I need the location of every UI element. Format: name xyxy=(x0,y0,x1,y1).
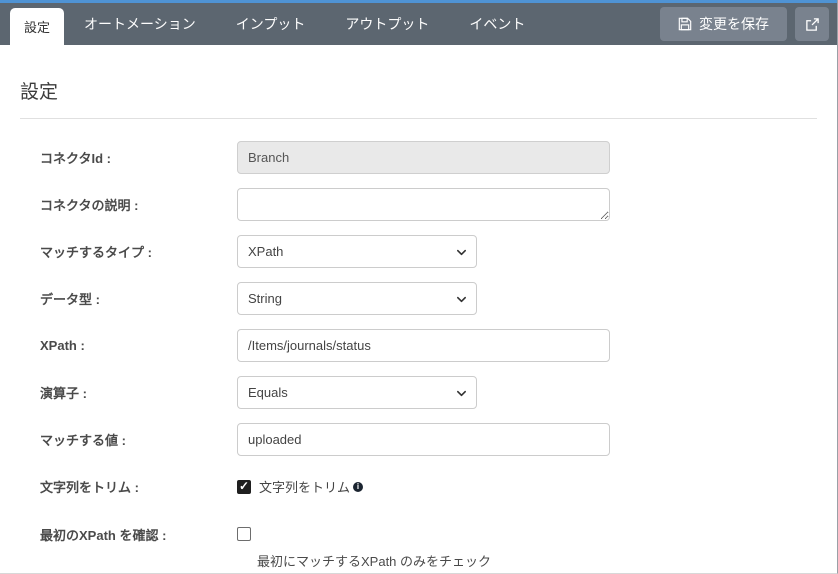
match-value-field[interactable] xyxy=(237,423,610,456)
check-first-xpath-label: 最初のXPath を確認 : xyxy=(40,528,167,543)
connector-id-field xyxy=(237,141,610,174)
toolbar-actions: 変更を保存 xyxy=(660,3,837,45)
external-link-icon xyxy=(805,17,820,32)
title-divider xyxy=(20,118,817,119)
data-type-select[interactable]: String xyxy=(237,282,477,315)
check-first-xpath-group: 最初にマッチするXPath のみをチェック xyxy=(237,517,491,570)
match-value-label: マッチする値 : xyxy=(40,433,126,448)
trim-string-label: 文字列をトリム : xyxy=(40,480,139,495)
operator-select[interactable]: Equals xyxy=(237,376,477,409)
field-row-xpath: XPath : xyxy=(20,329,817,362)
connector-description-field[interactable] xyxy=(237,188,610,221)
tab-input[interactable]: インプット xyxy=(216,3,326,45)
info-icon[interactable]: i xyxy=(353,481,364,492)
open-external-button[interactable] xyxy=(795,7,829,41)
data-type-label: データ型 : xyxy=(40,292,100,307)
trim-string-checkbox-label: 文字列をトリム xyxy=(259,480,351,495)
save-button-label: 変更を保存 xyxy=(699,16,769,32)
match-type-label: マッチするタイプ : xyxy=(40,245,152,260)
trim-string-checkbox[interactable] xyxy=(237,479,251,494)
operator-label: 演算子 : xyxy=(40,386,87,401)
page-title: 設定 xyxy=(20,82,59,103)
match-type-select[interactable]: XPath xyxy=(237,235,477,268)
field-row-connector-description: コネクタの説明 : xyxy=(20,188,817,221)
field-row-connector-id: コネクタId : xyxy=(20,141,817,174)
xpath-label: XPath : xyxy=(40,338,85,353)
settings-content: 設定 コネクタId : コネクタの説明 : マッチするタイプ : XPath xyxy=(0,77,837,570)
match-type-select-wrap: XPath xyxy=(237,235,477,268)
tab-automation[interactable]: オートメーション xyxy=(64,3,216,45)
tab-output[interactable]: アウトプット xyxy=(325,3,449,45)
connector-description-label: コネクタの説明 : xyxy=(40,198,139,213)
connector-id-label: コネクタId : xyxy=(40,151,111,166)
connector-settings-page: 設定 オートメーション インプット アウトプット イベント 変更を保存 設定 コ… xyxy=(0,0,838,574)
operator-select-wrap: Equals xyxy=(237,376,477,409)
check-first-xpath-helper-text: 最初にマッチするXPath のみをチェック xyxy=(257,554,492,569)
xpath-field[interactable] xyxy=(237,329,610,362)
field-row-match-type: マッチするタイプ : XPath xyxy=(20,235,817,268)
save-changes-button[interactable]: 変更を保存 xyxy=(660,7,787,41)
connector-settings-form: コネクタId : コネクタの説明 : マッチするタイプ : XPath xyxy=(20,141,817,570)
tab-settings[interactable]: 設定 xyxy=(10,8,65,45)
field-row-match-value: マッチする値 : xyxy=(20,423,817,456)
data-type-select-wrap: String xyxy=(237,282,477,315)
field-row-data-type: データ型 : String xyxy=(20,282,817,315)
field-row-operator: 演算子 : Equals xyxy=(20,376,817,409)
tab-events[interactable]: イベント xyxy=(449,3,545,45)
field-row-check-first-xpath: 最初のXPath を確認 : 最初にマッチするXPath のみをチェック xyxy=(20,517,817,570)
check-first-xpath-checkbox[interactable] xyxy=(237,527,251,541)
tab-bar: 設定 オートメーション インプット アウトプット イベント 変更を保存 xyxy=(0,3,837,45)
save-icon xyxy=(678,17,692,31)
field-row-trim-string: 文字列をトリム : 文字列をトリム i xyxy=(20,470,817,503)
